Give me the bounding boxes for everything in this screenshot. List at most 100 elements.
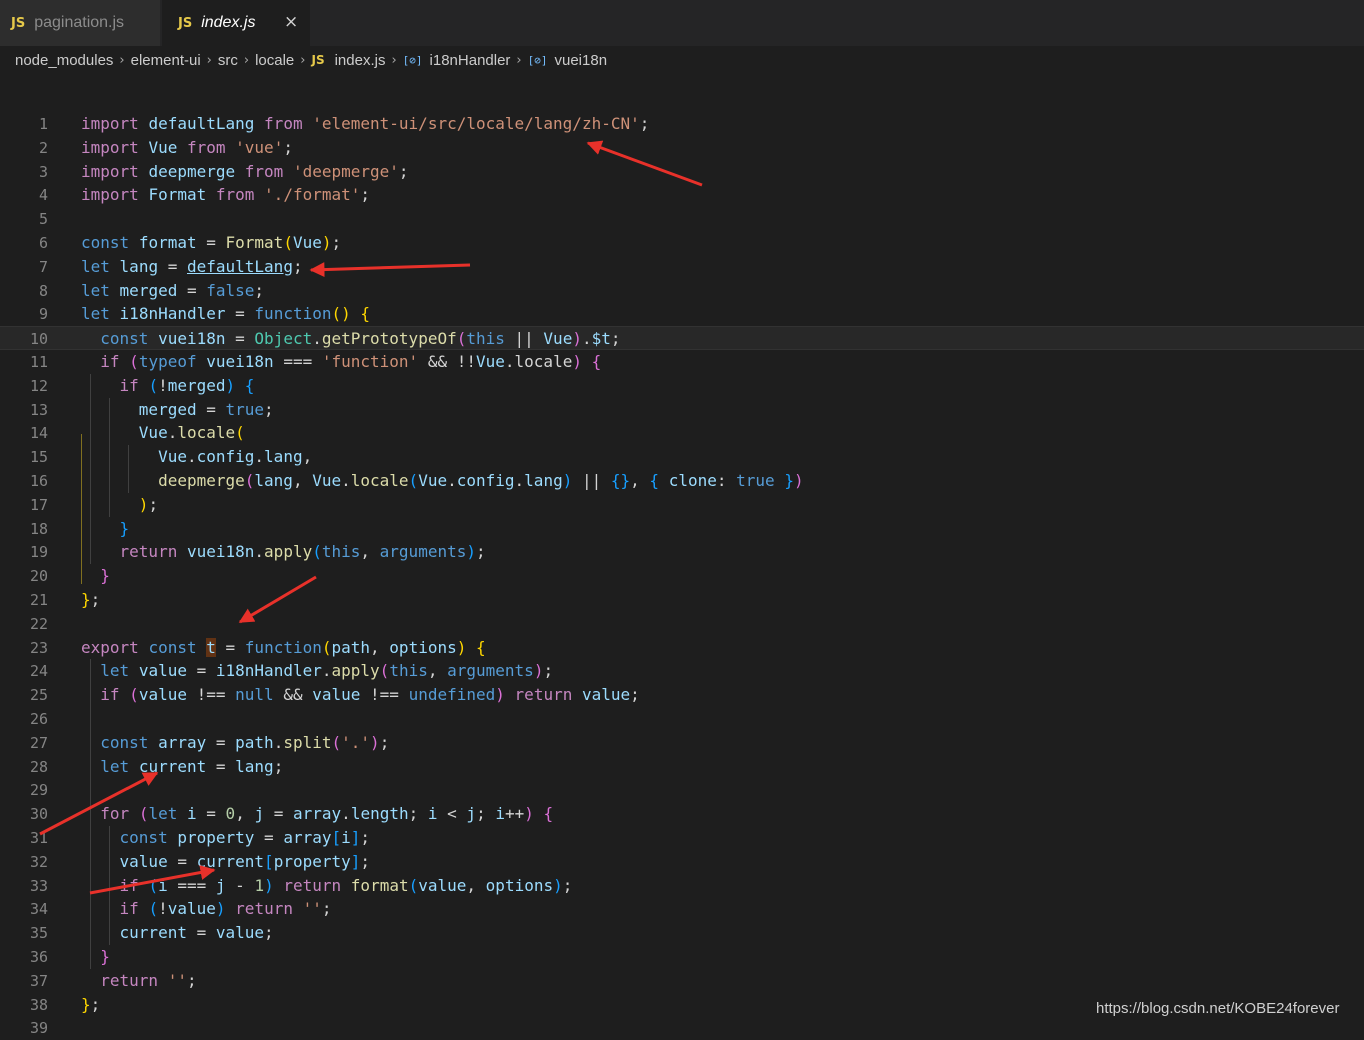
code-text: const property = array[i];: [119, 828, 371, 847]
code-line[interactable]: 5: [0, 207, 1364, 231]
code-line[interactable]: 37 return '';: [0, 969, 1364, 993]
line-number: 17: [29, 495, 48, 514]
line-number: 18: [29, 519, 48, 538]
code-line[interactable]: 7 let lang = defaultLang;: [0, 255, 1364, 279]
code-line[interactable]: 6 const format = Format(Vue);: [0, 231, 1364, 255]
code-text: Vue.locale(: [138, 423, 245, 443]
code-line[interactable]: 3 import deepmerge from 'deepmerge';: [0, 160, 1364, 184]
chevron-right-icon: ›: [516, 52, 522, 68]
code-text: );: [138, 494, 159, 514]
line-number: 7: [38, 257, 48, 276]
code-line[interactable]: 20 }: [0, 564, 1364, 588]
line-number: 36: [29, 948, 48, 966]
code-text: if (i === j - 1) return format(value, op…: [119, 875, 573, 895]
code-line[interactable]: 14 Vue.locale(: [0, 421, 1364, 445]
indent-guide: [109, 826, 110, 945]
code-line[interactable]: 18 }: [0, 517, 1364, 541]
code-line[interactable]: 12 if (!merged) {: [0, 374, 1364, 398]
variable-symbol-icon: [⊘]: [402, 53, 423, 67]
code-text: const array = path.split('.');: [100, 732, 390, 752]
code-text: let value = i18nHandler.apply(this, argu…: [100, 661, 554, 681]
code-line[interactable]: 36 }: [0, 945, 1364, 969]
line-number: 15: [29, 448, 48, 467]
indent-guide: [128, 445, 129, 493]
code-line[interactable]: 29: [0, 778, 1364, 802]
code-editor[interactable]: 1 import defaultLang from 'element-ui/src…: [0, 112, 1364, 1037]
breadcrumb-item-locale[interactable]: locale: [255, 52, 294, 69]
line-number: 30: [29, 805, 48, 824]
code-text: value = current[property];: [119, 851, 371, 871]
code-line[interactable]: 35 current = value;: [0, 921, 1364, 945]
code-line[interactable]: 15 Vue.config.lang,: [0, 445, 1364, 469]
code-line[interactable]: 13 merged = true;: [0, 398, 1364, 422]
breadcrumb-item-symbol-i18nhandler[interactable]: i18nHandler: [430, 52, 511, 69]
line-number: 29: [29, 781, 48, 800]
code-line[interactable]: 24 let value = i18nHandler.apply(this, a…: [0, 659, 1364, 683]
line-number: 8: [38, 281, 48, 300]
line-number: 13: [29, 400, 48, 419]
line-number: 34: [29, 900, 48, 919]
code-line[interactable]: 39: [0, 1016, 1364, 1040]
breadcrumb-item-file[interactable]: index.js: [335, 52, 386, 69]
indent-guide: [109, 397, 110, 517]
breadcrumb-item-node-modules[interactable]: node_modules: [15, 52, 113, 69]
code-line[interactable]: 34 if (!value) return '';: [0, 897, 1364, 921]
code-line[interactable]: 2 import Vue from 'vue';: [0, 136, 1364, 160]
line-number: 26: [29, 710, 48, 728]
line-number: 32: [29, 852, 48, 871]
line-number: 22: [29, 614, 48, 633]
code-text: }: [119, 518, 130, 538]
breadcrumb-item-src[interactable]: src: [218, 52, 238, 69]
code-text: };: [81, 994, 101, 1014]
line-number: 16: [29, 472, 48, 490]
code-line[interactable]: 30 for (let i = 0, j = array.length; i <…: [0, 802, 1364, 826]
code-line[interactable]: 27 const array = path.split('.');: [0, 731, 1364, 755]
code-line[interactable]: 4 import Format from './format';: [0, 183, 1364, 207]
code-text: import deepmerge from 'deepmerge';: [81, 161, 409, 181]
code-line[interactable]: 1 import defaultLang from 'element-ui/src…: [0, 112, 1364, 136]
line-number: 5: [38, 210, 48, 229]
code-line[interactable]: 28 let current = lang;: [0, 755, 1364, 779]
code-line[interactable]: 17 );: [0, 493, 1364, 517]
line-number: 9: [38, 305, 48, 324]
code-text: import defaultLang from 'element-ui/src/…: [81, 114, 650, 133]
code-text: const vuei18n = Object.getPrototypeOf(th…: [100, 329, 621, 349]
code-line[interactable]: 33 if (i === j - 1) return format(value,…: [0, 874, 1364, 898]
code-line[interactable]: 8 let merged = false;: [0, 279, 1364, 303]
code-line[interactable]: 25 if (value !== null && value !== undef…: [0, 683, 1364, 707]
code-line[interactable]: 19 return vuei18n.apply(this, arguments)…: [0, 540, 1364, 564]
line-number: 20: [29, 567, 48, 586]
code-text: }: [100, 947, 110, 966]
code-line[interactable]: 21};: [0, 588, 1364, 612]
code-line[interactable]: 10 const vuei18n = Object.getPrototypeOf…: [0, 326, 1364, 350]
line-number: 19: [29, 543, 48, 562]
line-number: 21: [29, 591, 48, 609]
code-text: if (!merged) {: [119, 375, 255, 395]
code-line[interactable]: 31 const property = array[i];: [0, 826, 1364, 850]
code-text: for (let i = 0, j = array.length; i < j;…: [100, 804, 554, 824]
breadcrumb-item-symbol-vuei18n[interactable]: vuei18n: [555, 52, 608, 69]
code-line[interactable]: 32 value = current[property];: [0, 850, 1364, 874]
code-line[interactable]: 16 deepmerge(lang, Vue.locale(Vue.config…: [0, 469, 1364, 493]
code-text: if (value !== null && value !== undefine…: [100, 685, 640, 705]
code-line[interactable]: 11 if (typeof vuei18n === 'function' && …: [0, 350, 1364, 374]
indent-guide: [90, 659, 91, 969]
breadcrumb: node_modules › element-ui › src › locale…: [0, 46, 1364, 74]
code-line[interactable]: 9 let i18nHandler = function() {: [0, 302, 1364, 326]
code-line[interactable]: 22: [0, 612, 1364, 636]
line-number: 1: [38, 115, 48, 133]
breadcrumb-item-element-ui[interactable]: element-ui: [131, 52, 201, 69]
close-icon[interactable]: ×: [284, 12, 298, 32]
chevron-right-icon: ›: [119, 52, 125, 68]
tab-pagination-js[interactable]: JS pagination.js: [0, 0, 160, 46]
code-text: let current = lang;: [100, 756, 284, 776]
indent-guide: [90, 373, 91, 565]
line-number: 27: [29, 733, 48, 752]
code-line[interactable]: 23 export const t = function(path, option…: [0, 636, 1364, 660]
tab-index-js[interactable]: JS index.js ×: [162, 0, 310, 46]
code-text: let lang = defaultLang;: [81, 256, 303, 276]
chevron-right-icon: ›: [243, 52, 250, 68]
code-line[interactable]: 26: [0, 707, 1364, 731]
line-number: 4: [38, 186, 48, 205]
code-text: }: [100, 566, 110, 586]
